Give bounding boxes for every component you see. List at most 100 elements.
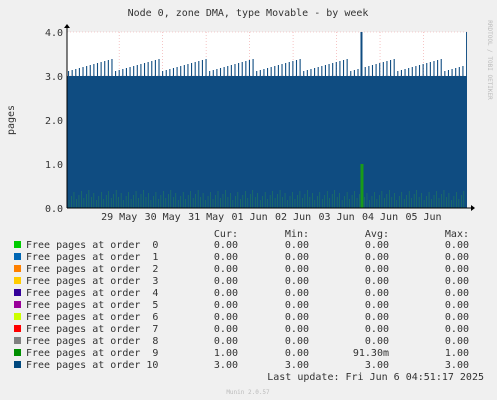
- top-spike: [68, 71, 70, 76]
- legend-value-cur: 0.00: [214, 240, 238, 251]
- legend-value-min: 3.00: [285, 360, 309, 371]
- legend-value-avg: 0.00: [365, 276, 389, 287]
- top-spike: [104, 61, 106, 76]
- legend-label: Free pages at order 10: [26, 360, 158, 371]
- legend-value-min: 0.00: [285, 264, 309, 275]
- legend-swatch: [14, 337, 21, 344]
- legend-value-min: 0.00: [285, 276, 309, 287]
- top-spike: [238, 63, 240, 76]
- top-spike: [371, 65, 374, 76]
- top-spike: [151, 61, 153, 76]
- top-spike: [241, 62, 243, 76]
- legend-value-avg: 0.00: [365, 288, 389, 299]
- top-spike: [429, 62, 431, 76]
- top-spike: [404, 69, 406, 76]
- top-spike: [390, 60, 392, 76]
- legend-value-avg: 0.00: [365, 312, 389, 323]
- top-spike: [447, 70, 450, 76]
- top-spike: [277, 65, 279, 76]
- legend-value-avg: 3.00: [365, 360, 389, 371]
- x-tick-label: 31 May: [188, 212, 224, 223]
- legend-value-max: 0.00: [445, 276, 469, 287]
- legend-label: Free pages at order 7: [26, 324, 158, 335]
- top-spike: [86, 66, 88, 76]
- legend-value-avg: 0.00: [365, 264, 389, 275]
- top-spike: [147, 62, 149, 76]
- legend-value-avg: 0.00: [365, 324, 389, 335]
- y-tick-label: 0.0: [45, 204, 63, 215]
- legend-value-max: 0.00: [445, 264, 469, 275]
- y-axis-label: pages: [6, 105, 17, 135]
- top-spike: [129, 67, 131, 76]
- top-spike: [314, 68, 316, 76]
- top-spike: [180, 66, 182, 76]
- top-spike: [248, 60, 251, 76]
- top-spike: [321, 66, 323, 76]
- top-spike: [219, 68, 222, 76]
- top-spike: [444, 71, 446, 76]
- legend-label: Free pages at order 5: [26, 300, 158, 311]
- legend-value-max: 0.00: [445, 336, 469, 347]
- legend-value-min: 0.00: [285, 336, 309, 347]
- legend-swatch: [14, 325, 21, 332]
- top-spike: [364, 67, 366, 76]
- top-spike: [162, 71, 164, 76]
- legend-value-max: 1.00: [445, 348, 469, 359]
- top-spike: [375, 64, 377, 76]
- legend-header-max: Max:: [445, 229, 469, 240]
- legend-value-min: 0.00: [285, 252, 309, 263]
- top-spike: [100, 62, 102, 76]
- top-spike: [281, 64, 283, 76]
- top-spike: [234, 64, 236, 76]
- spike-04jun-order9: [360, 164, 364, 208]
- top-spike: [96, 63, 99, 76]
- legend-label: Free pages at order 9: [26, 348, 158, 359]
- legend-value-max: 0.00: [445, 252, 469, 263]
- legend-value-cur: 0.00: [214, 312, 238, 323]
- top-spike: [93, 64, 95, 76]
- legend-value-min: 0.00: [285, 288, 309, 299]
- legend-value-max: 0.00: [445, 300, 469, 311]
- top-spike: [451, 69, 453, 76]
- top-spike: [458, 67, 460, 76]
- top-spike: [256, 71, 258, 76]
- top-spike: [198, 61, 200, 76]
- top-spike: [245, 61, 247, 76]
- legend-value-max: 0.00: [445, 288, 469, 299]
- legend-swatch: [14, 289, 21, 296]
- legend-swatch: [14, 253, 21, 260]
- top-spike: [415, 66, 417, 76]
- top-spike: [386, 61, 388, 76]
- rrdtool-credit: RRDTOOL / TOBI OETIKER: [486, 20, 493, 100]
- legend-value-cur: 0.00: [214, 336, 238, 347]
- top-spike: [133, 66, 135, 76]
- top-spike: [169, 69, 171, 76]
- top-spike: [455, 68, 457, 76]
- top-spike: [418, 65, 421, 76]
- top-spike: [263, 69, 265, 76]
- legend-value-max: 0.00: [445, 324, 469, 335]
- x-tick-label: 05 Jun: [405, 212, 441, 223]
- top-spike: [317, 67, 319, 76]
- legend-value-cur: 0.00: [214, 324, 238, 335]
- top-spike: [332, 63, 334, 76]
- x-tick-label: 03 Jun: [319, 212, 355, 223]
- top-spike: [411, 67, 413, 76]
- top-spike: [408, 68, 410, 76]
- legend-header-avg: Avg:: [365, 229, 389, 240]
- top-spike: [191, 63, 193, 76]
- legend-swatch: [14, 361, 21, 368]
- legend-value-avg: 0.00: [365, 252, 389, 263]
- legend-label: Free pages at order 3: [26, 276, 158, 287]
- top-spike: [267, 68, 269, 76]
- top-spike: [350, 71, 352, 76]
- legend-swatch: [14, 265, 21, 272]
- legend-value-cur: 0.00: [214, 252, 238, 263]
- legend-value-avg: 0.00: [365, 336, 389, 347]
- top-spike: [400, 70, 402, 76]
- top-spike: [125, 68, 127, 76]
- top-spike: [437, 60, 439, 76]
- top-spike: [118, 70, 120, 76]
- x-axis-arrow: [471, 205, 475, 211]
- legend-swatch: [14, 241, 21, 248]
